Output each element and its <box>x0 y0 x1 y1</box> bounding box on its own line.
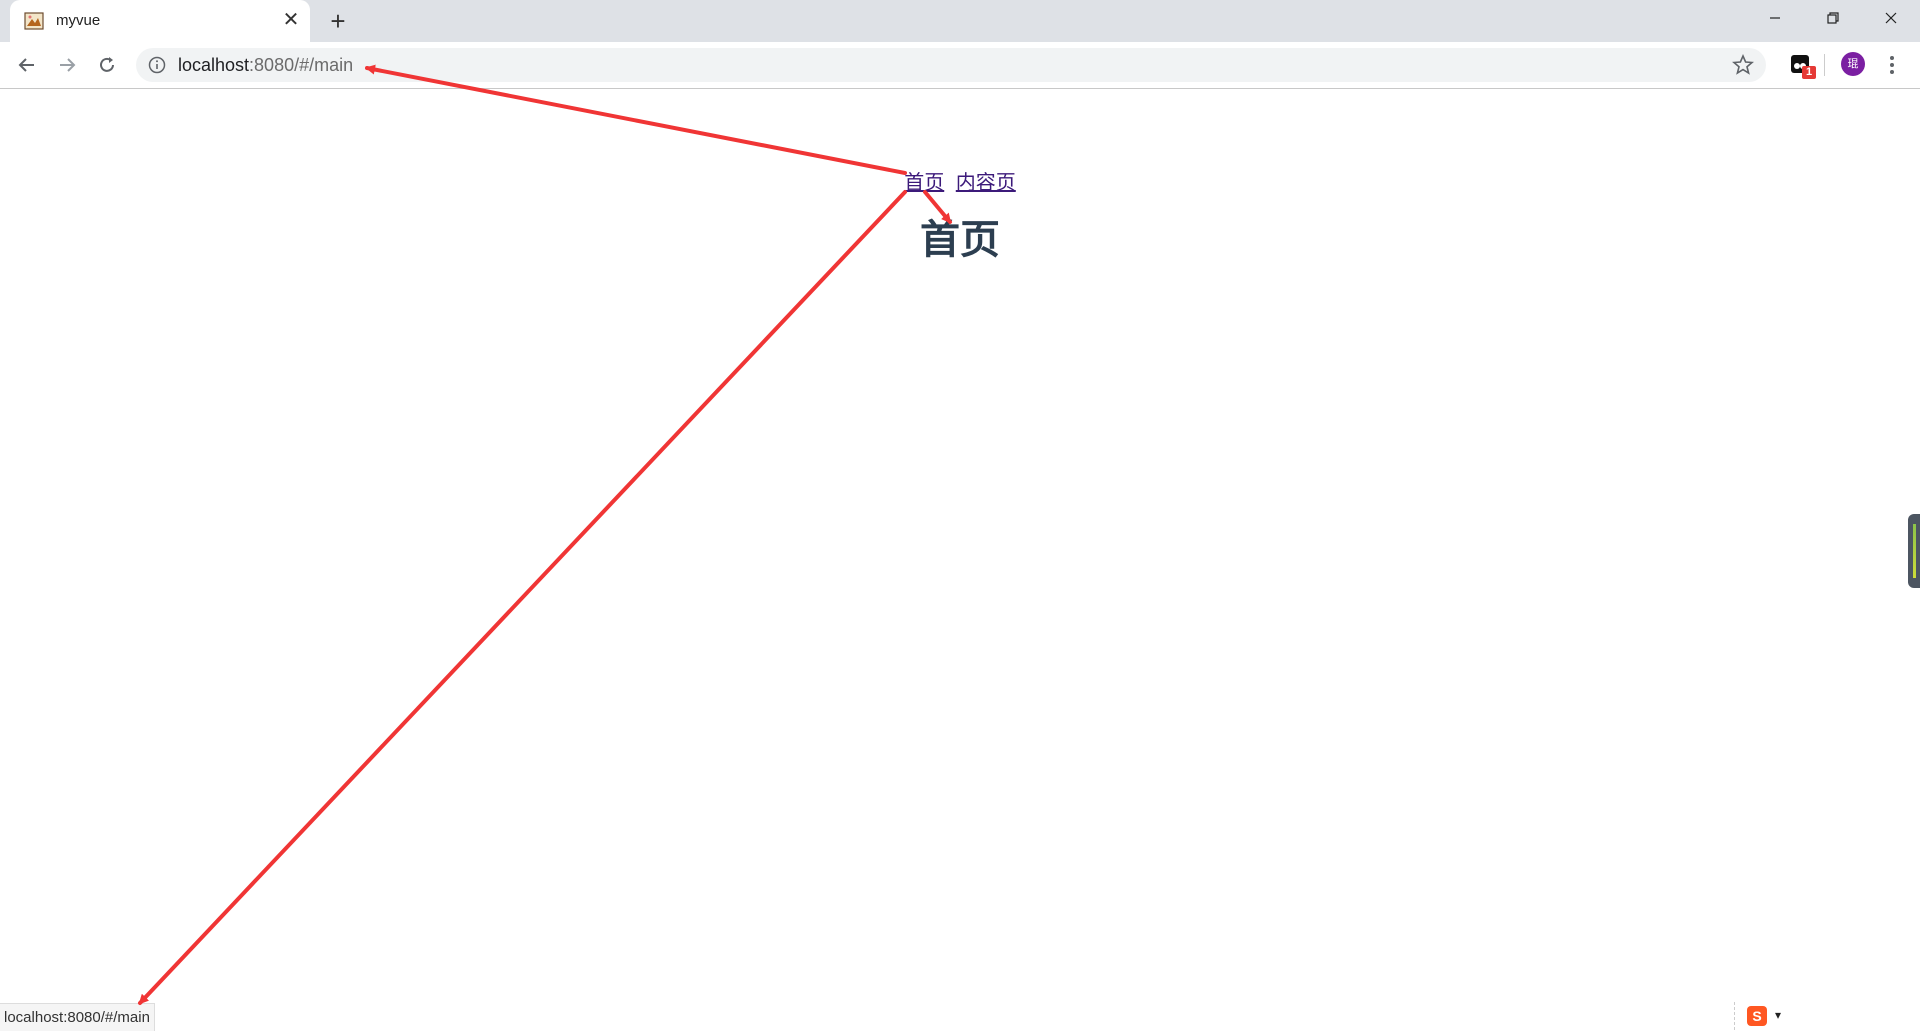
status-bar-url: localhost:8080/#/main <box>0 1003 155 1031</box>
reload-button[interactable] <box>92 50 122 80</box>
restore-button[interactable] <box>1804 0 1862 36</box>
url-host: localhost <box>178 55 250 75</box>
side-floating-widget[interactable] <box>1908 514 1920 588</box>
back-arrow-icon <box>18 58 34 72</box>
reload-icon <box>100 57 114 72</box>
close-icon <box>1885 12 1897 24</box>
browser-toolbar: localhost:8080/#/main 1 琨 <box>0 42 1920 89</box>
minimize-icon <box>1770 17 1780 19</box>
toolbar-divider <box>1824 54 1825 76</box>
extension-button[interactable]: 1 <box>1786 50 1816 80</box>
close-tab-icon[interactable]: ✕ <box>280 9 302 31</box>
url-path: :8080/#/main <box>249 55 354 75</box>
ime-dropdown-icon[interactable]: ▾ <box>1775 1008 1781 1022</box>
url-text[interactable]: localhost:8080/#/main <box>178 55 353 76</box>
close-window-button[interactable] <box>1862 0 1920 36</box>
info-icon[interactable] <box>148 56 166 74</box>
browser-tab[interactable]: myvue ✕ <box>10 0 310 42</box>
address-bar[interactable]: localhost:8080/#/main <box>136 48 1766 82</box>
favicon-icon <box>24 12 44 30</box>
restore-icon <box>1827 12 1839 24</box>
extension-badge: 1 <box>1802 66 1816 79</box>
ime-indicator[interactable]: S ▾ <box>1734 1002 1795 1030</box>
page-viewport: 首页 内容页 首页 <box>0 89 1920 1030</box>
new-tab-button[interactable]: + <box>326 8 350 34</box>
side-widget-bar <box>1913 524 1916 578</box>
browser-menu-icon[interactable] <box>1880 52 1904 78</box>
tab-strip: myvue ✕ + <box>0 0 1920 42</box>
minimize-button[interactable] <box>1746 0 1804 36</box>
forward-arrow-icon <box>60 58 76 72</box>
tab-title: myvue <box>56 12 101 29</box>
profile-avatar[interactable]: 琨 <box>1841 52 1865 76</box>
nav-link-home[interactable]: 首页 <box>904 172 944 194</box>
back-button[interactable] <box>12 50 42 80</box>
nav-link-content[interactable]: 内容页 <box>956 172 1016 194</box>
router-nav: 首页 内容页 <box>0 166 1920 195</box>
page-heading: 首页 <box>920 218 1000 262</box>
forward-button[interactable] <box>52 50 82 80</box>
ime-logo-icon: S <box>1747 1006 1767 1026</box>
bookmark-star-icon[interactable] <box>1732 54 1754 76</box>
